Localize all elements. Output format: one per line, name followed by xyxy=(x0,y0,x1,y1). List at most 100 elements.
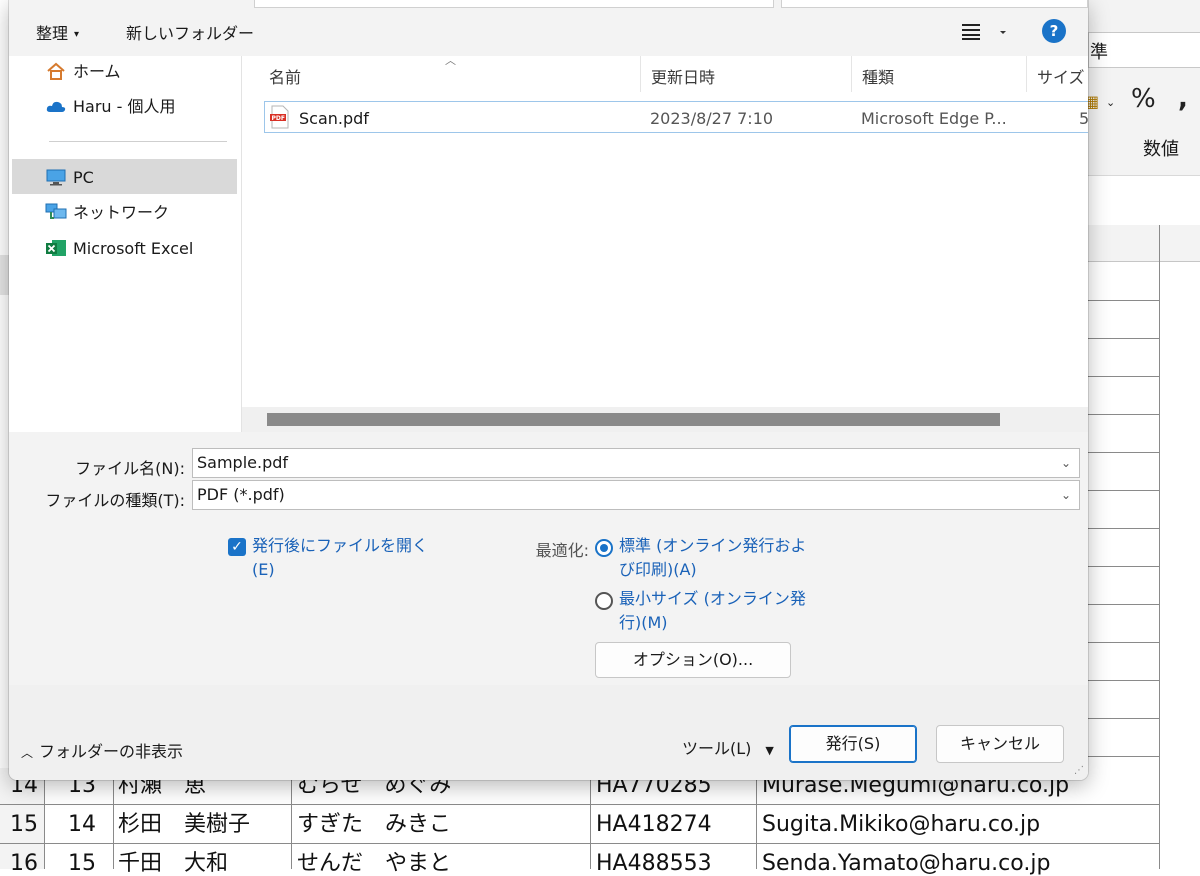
grid-line xyxy=(590,768,591,869)
chevron-down-icon[interactable]: ⌄ xyxy=(1061,481,1071,509)
chevron-down-icon: ▾ xyxy=(74,29,80,40)
scrollbar-thumb[interactable] xyxy=(267,413,1000,426)
percent-style-button[interactable]: % xyxy=(1131,84,1156,114)
column-header-size[interactable]: サイズ xyxy=(1037,64,1085,88)
grid-line xyxy=(1088,680,1160,681)
options-button[interactable]: オプション(O)... xyxy=(595,642,791,678)
optimize-standard-label[interactable]: 標準 (オンライン発行およ xyxy=(619,534,806,557)
excel-column-header[interactable] xyxy=(1088,225,1200,262)
column-header-name[interactable]: 名前 xyxy=(269,64,301,88)
cell-kana[interactable]: すぎた みきこ xyxy=(297,814,451,836)
svg-text:PDF: PDF xyxy=(272,115,285,122)
new-folder-button[interactable]: 新しいフォルダー xyxy=(126,20,254,44)
row-header[interactable]: 15 xyxy=(10,814,38,836)
cancel-button[interactable]: キャンセル xyxy=(936,725,1064,763)
cell-id[interactable]: HA488553 xyxy=(596,853,712,875)
nav-item-home[interactable]: ホーム xyxy=(45,61,121,83)
cell-no[interactable]: 15 xyxy=(68,853,96,875)
grid-line xyxy=(1088,490,1160,491)
optimize-standard-radio[interactable] xyxy=(595,539,613,557)
help-button[interactable]: ? xyxy=(1042,19,1066,43)
filename-label: ファイル名(N): xyxy=(75,459,185,478)
chevron-up-icon: ︿ xyxy=(21,746,34,760)
currency-dropdown-icon[interactable]: ⌄ xyxy=(1106,96,1115,109)
column-separator[interactable] xyxy=(640,56,641,92)
open-after-publish-checkbox[interactable]: ✓ xyxy=(228,538,246,556)
filename-field[interactable]: Sample.pdf ⌄ xyxy=(192,448,1080,478)
optimize-standard-label-2[interactable]: び印刷)(A) xyxy=(619,558,697,581)
network-icon xyxy=(45,203,67,219)
grid-line xyxy=(1088,452,1160,453)
grid-line xyxy=(113,768,114,869)
filetype-select[interactable]: PDF (*.pdf) ⌄ xyxy=(192,480,1080,510)
grid-line xyxy=(1088,566,1160,567)
column-separator[interactable] xyxy=(851,56,852,92)
nav-item-network[interactable]: ネットワーク xyxy=(45,202,169,224)
cell-name[interactable]: 千田 大和 xyxy=(118,853,228,875)
row-header[interactable]: 16 xyxy=(10,853,38,875)
optimize-minimum-label[interactable]: 最小サイズ (オンライン発 xyxy=(619,587,806,610)
filetype-value[interactable]: PDF (*.pdf) xyxy=(197,485,285,504)
comma-style-button[interactable]: , xyxy=(1178,84,1188,114)
file-size: 5 xyxy=(1079,109,1088,128)
file-type: Microsoft Edge P... xyxy=(861,109,1007,128)
list-view-icon xyxy=(962,24,1006,40)
publish-pdf-dialog: 整理 ▾ 新しいフォルダー ? ホーム Haru - 個人用 PC ネットワーク… xyxy=(9,0,1088,780)
publish-button[interactable]: 発行(S) xyxy=(789,725,917,763)
filename-value[interactable]: Sample.pdf xyxy=(197,453,288,472)
grid-line xyxy=(1088,528,1160,529)
number-group-label: 数値 xyxy=(1143,139,1179,160)
hide-folders-button[interactable]: ︿ フォルダーの非表示 xyxy=(21,738,183,762)
nav-item-onedrive[interactable]: Haru - 個人用 xyxy=(45,96,176,118)
grid-line xyxy=(291,768,292,869)
cell-email[interactable]: Senda.Yamato@haru.co.jp xyxy=(762,853,1050,875)
organize-button[interactable]: 整理 ▾ xyxy=(36,20,79,44)
open-after-publish-label-2[interactable]: (E) xyxy=(252,558,275,581)
grid-line xyxy=(1088,338,1160,339)
cell-name[interactable]: 杉田 美樹子 xyxy=(118,814,250,836)
grid-line xyxy=(0,804,1160,805)
grid-line xyxy=(1088,604,1160,605)
grid-line xyxy=(1088,414,1160,415)
grid-line xyxy=(1088,300,1160,301)
dialog-footer xyxy=(9,685,1088,780)
address-bar[interactable] xyxy=(254,0,774,8)
filetype-label: ファイルの種類(T): xyxy=(45,491,185,510)
sort-ascending-icon: ︿ xyxy=(445,54,456,67)
search-box[interactable] xyxy=(781,0,1088,8)
resize-grip-icon[interactable]: ⋰ xyxy=(1074,765,1084,776)
grid-line xyxy=(1088,756,1160,757)
cell-no[interactable]: 14 xyxy=(68,814,96,836)
grid-line xyxy=(1088,376,1160,377)
tools-button[interactable]: ツール(L) ▼ xyxy=(682,735,774,759)
column-header-type[interactable]: 種類 xyxy=(862,64,894,88)
onedrive-cloud-icon xyxy=(46,101,66,112)
file-name[interactable]: Scan.pdf xyxy=(299,109,369,128)
cell-id[interactable]: HA418274 xyxy=(596,814,712,836)
nav-divider xyxy=(49,141,227,142)
cell-email[interactable]: Sugita.Mikiko@haru.co.jp xyxy=(762,814,1040,836)
nav-item-pc[interactable]: PC xyxy=(45,167,94,189)
view-menu-button[interactable] xyxy=(962,22,1006,46)
optimize-minimum-label-2[interactable]: 行)(M) xyxy=(619,611,668,634)
column-header-modified[interactable]: 更新日時 xyxy=(651,64,715,88)
grid-line xyxy=(0,843,1160,844)
optimize-minimum-radio[interactable] xyxy=(595,592,613,610)
chevron-down-icon[interactable]: ⌄ xyxy=(1061,449,1071,477)
optimize-label: 最適化: xyxy=(535,541,589,560)
caret-down-icon: ▼ xyxy=(765,744,774,757)
cell-kana[interactable]: せんだ やまと xyxy=(297,853,451,875)
file-modified: 2023/8/27 7:10 xyxy=(650,109,774,128)
grid-line xyxy=(1088,642,1160,643)
home-icon xyxy=(47,62,65,80)
open-after-publish-label[interactable]: 発行後にファイルを開く xyxy=(252,534,428,557)
excel-icon xyxy=(46,240,66,256)
grid-line xyxy=(756,768,757,869)
nav-item-excel[interactable]: Microsoft Excel xyxy=(45,238,193,260)
excel-style-name: 準 xyxy=(1090,42,1108,63)
grid-line xyxy=(44,768,45,869)
column-separator[interactable] xyxy=(1026,56,1027,92)
pc-monitor-icon xyxy=(46,169,66,186)
grid-line xyxy=(1159,225,1160,869)
pdf-file-icon: PDF xyxy=(270,105,289,129)
